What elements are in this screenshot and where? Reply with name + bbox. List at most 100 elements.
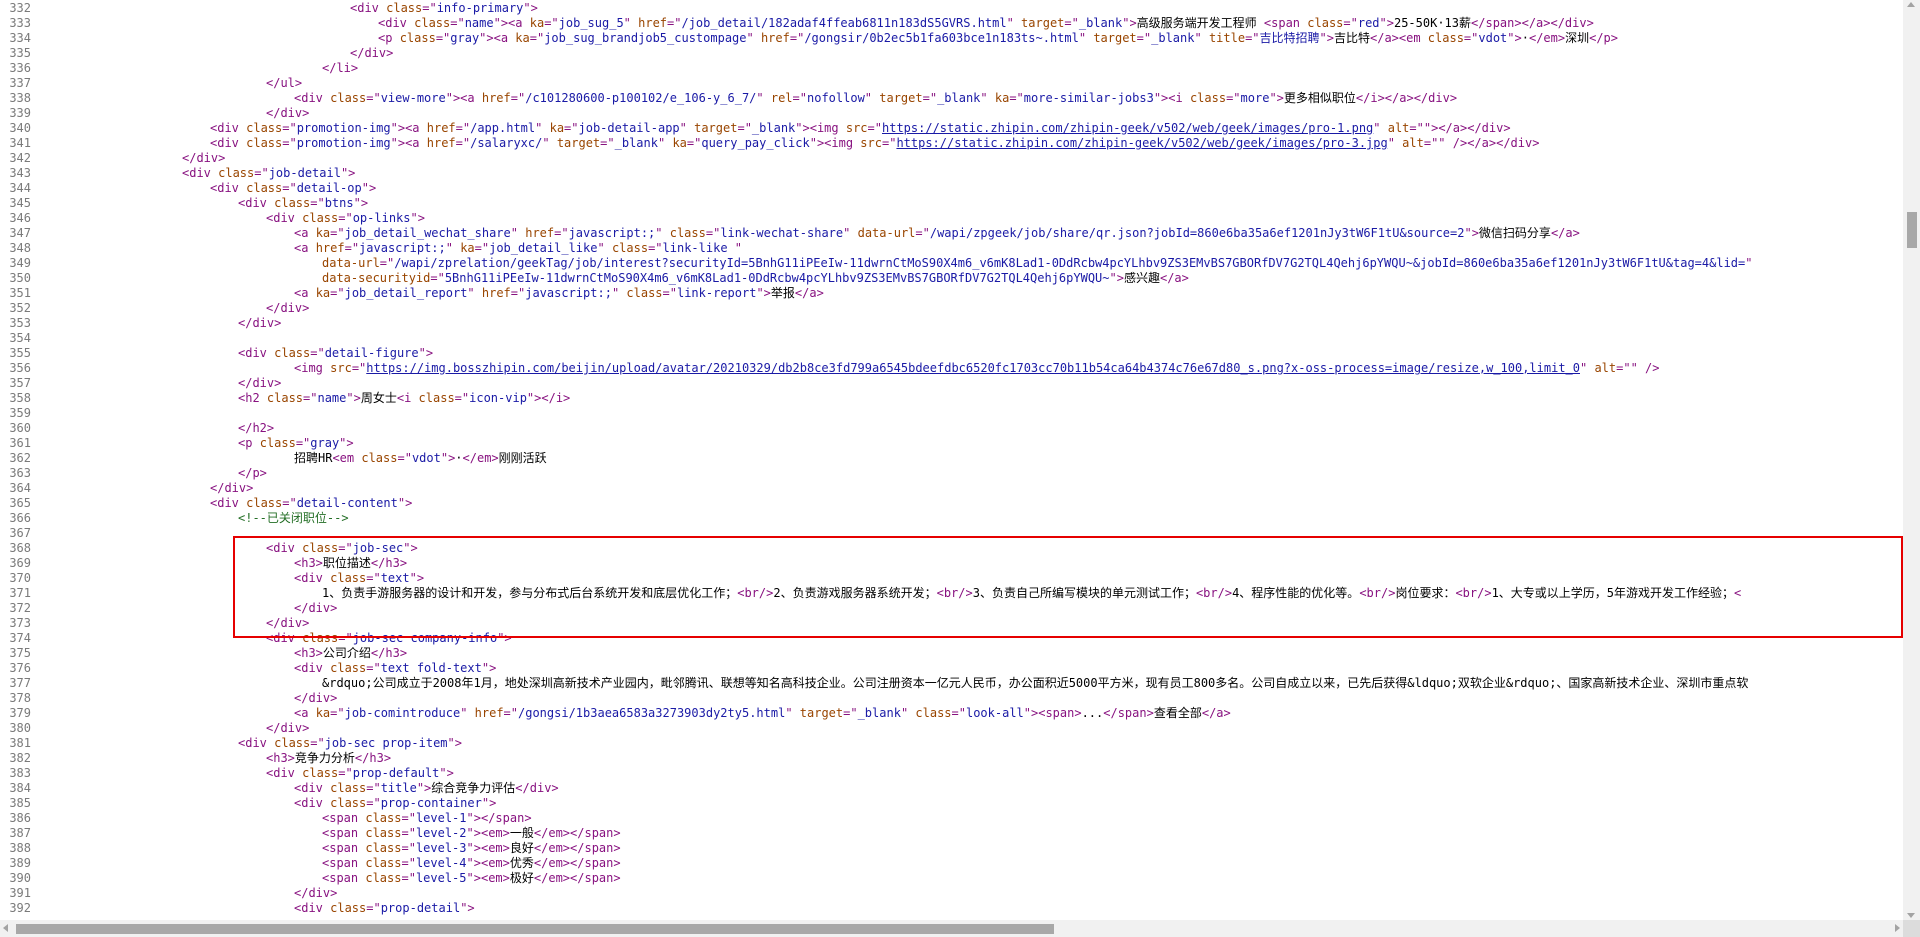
line-code: </div> (266, 106, 309, 121)
scroll-up-arrow-icon[interactable] (1907, 2, 1915, 7)
scroll-down-arrow-icon[interactable] (1907, 913, 1915, 918)
code-token: <span (322, 811, 366, 825)
code-token: 5BnhG11iPEeIw-11dwrnCtMoS90X4m6_v6mK8Lad… (444, 271, 1110, 285)
code-token: ka (549, 121, 565, 135)
code-token: prop-default (352, 766, 440, 780)
code-token: =" (792, 91, 807, 105)
code-token: job-detail (268, 166, 341, 180)
code-token: =" (564, 121, 579, 135)
code-token: <div (210, 181, 247, 195)
code-token: "><img (809, 136, 861, 150)
code-token: " (1373, 121, 1388, 135)
line-number: 351 (9, 286, 31, 300)
code-token: "> (1269, 91, 1284, 105)
code-token: class (218, 166, 255, 180)
line-number: 389 (9, 856, 31, 870)
code-token: </div> (210, 481, 254, 495)
line-code: </li> (322, 61, 358, 76)
line-code: <div class="text"> (294, 571, 424, 586)
code-token: </a> (1159, 271, 1189, 285)
line-code: <span class="level-2"><em>一般</em></span> (322, 826, 621, 841)
line-code: </p> (238, 466, 267, 481)
line-code: <div class="job-detail"> (182, 166, 355, 181)
line-code: </h2> (238, 421, 274, 436)
line-number: 376 (9, 661, 31, 675)
code-token: _blank (614, 136, 658, 150)
code-token: </ul> (266, 76, 303, 90)
code-token: class (1189, 91, 1227, 105)
code-token: class (302, 211, 339, 225)
code-token: " (1387, 136, 1403, 150)
code-token: 4、程序性能的优化等。 (1232, 586, 1360, 600)
code-token: =" (1009, 91, 1024, 105)
source-link[interactable]: https://static.zhipin.com/zhipin-geek/v5… (896, 136, 1387, 150)
code-token: =" (1136, 31, 1152, 45)
code-token: </span> (1103, 706, 1154, 720)
vertical-scrollbar[interactable] (1903, 0, 1920, 920)
code-token: _blank (937, 91, 981, 105)
code-token: class (414, 16, 451, 30)
code-token: "> (416, 781, 432, 795)
code-token: rel (770, 91, 793, 105)
code-token: href (315, 241, 345, 255)
source-link[interactable]: https://img.bosszhipin.com/beijin/upload… (366, 361, 1580, 375)
code-token: class (274, 736, 311, 750)
code-token: · (455, 451, 463, 465)
code-token: =" (789, 31, 805, 45)
code-token: href (474, 706, 504, 720)
code-token: <div (294, 571, 331, 585)
line-number: 386 (9, 811, 31, 825)
code-token: "> (447, 736, 462, 750)
line-number: 379 (9, 706, 31, 720)
code-token: target (1093, 31, 1137, 45)
line-code: data-url="/wapi/zprelation/geekTag/job/i… (322, 256, 1753, 271)
line-code: </div> (266, 301, 309, 316)
code-token: level-3 (415, 841, 467, 855)
code-token: =" (344, 241, 360, 255)
code-token: href (638, 16, 668, 30)
code-token: javascript:; (568, 226, 656, 240)
code-token: /gongsi/1b3aea6583a3273903dy2ty5.html (518, 706, 786, 720)
code-token: " (1078, 31, 1094, 45)
code-token: link-like (662, 241, 735, 255)
code-token: more (1240, 91, 1270, 105)
code-token: =" (330, 286, 345, 300)
code-token: </em></span> (533, 856, 621, 870)
code-token: " (460, 706, 475, 720)
code-token: class (365, 856, 402, 870)
code-token: op-links (352, 211, 411, 225)
code-token: 刚刚活跃 (498, 451, 547, 465)
source-viewer[interactable]: 332 <div class="info-primary"> 333 <div cla… (0, 0, 1903, 920)
code-token: "></i> (526, 391, 571, 405)
code-token: class (246, 181, 283, 195)
line-number: 348 (9, 241, 31, 255)
vertical-scroll-thumb[interactable] (1907, 212, 1917, 248)
code-token: /job_detail/182adaf4ffeab6811n183dS5GVRS… (681, 16, 1007, 30)
code-token: =" (366, 571, 381, 585)
code-token: =" (295, 436, 311, 450)
line-code: <div class="title">综合竞争力评估</div> (294, 781, 559, 796)
code-token: =" (474, 241, 490, 255)
line-code: <!--已关闭职位--> (238, 511, 349, 526)
line-code: <h3>职位描述</h3> (294, 556, 407, 571)
code-token: " (510, 226, 526, 240)
line-number: 369 (9, 556, 31, 570)
code-token: 举报 (770, 286, 795, 300)
code-token: </div> (266, 616, 310, 630)
line-code: <div class="promotion-img"><a href="/sal… (210, 136, 1539, 151)
horizontal-scrollbar[interactable] (0, 920, 1903, 937)
scroll-left-arrow-icon[interactable] (3, 924, 8, 932)
code-token: 更多相似职位 (1283, 91, 1356, 105)
horizontal-scroll-thumb[interactable] (16, 924, 1054, 934)
line-code: <div class="detail-content"> (210, 496, 412, 511)
source-link[interactable]: https://static.zhipin.com/zhipin-geek/v5… (882, 121, 1373, 135)
code-token: < (1734, 586, 1742, 600)
line-code: <img src="https://img.bosszhipin.com/bei… (294, 361, 1660, 376)
line-code: 1、负责手游服务器的设计和开发，参与分布式后台系统开发和底层优化工作；<br/>… (322, 586, 1741, 601)
code-token: "> (410, 211, 425, 225)
code-token: job-detail-app (578, 121, 680, 135)
code-token: link-report (676, 286, 757, 300)
code-token: <span (322, 856, 366, 870)
scroll-right-arrow-icon[interactable] (1895, 924, 1900, 932)
code-token: src (330, 361, 352, 375)
